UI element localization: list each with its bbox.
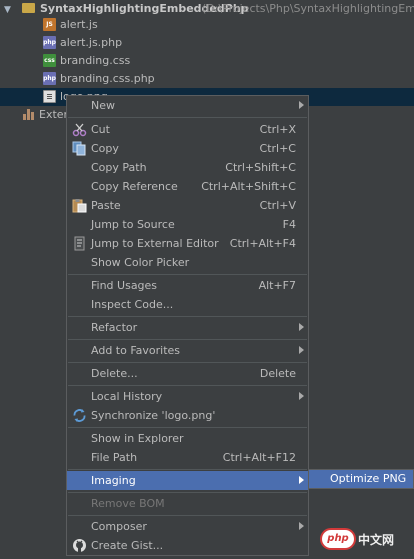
menu-shortcut: Ctrl+Alt+Shift+C <box>201 180 296 193</box>
menu-label: Show Color Picker <box>91 256 190 269</box>
sync-icon <box>72 408 87 423</box>
menu-label: Add to Favorites <box>91 344 181 357</box>
menu-label: Local History <box>91 390 163 403</box>
submenu-arrow-icon <box>299 522 304 530</box>
menu-shortcut: Ctrl+Alt+F4 <box>229 237 296 250</box>
menu-label: Synchronize 'logo.png' <box>91 409 216 422</box>
file-name: branding.css.php <box>60 72 155 85</box>
menu-shortcut: Ctrl+Alt+F12 <box>222 451 296 464</box>
menu-separator <box>68 117 307 118</box>
tree-row-alert-js-php[interactable]: php alert.js.php <box>0 34 414 52</box>
menu-item-copy-path[interactable]: Copy Path Ctrl+Shift+C <box>67 158 308 177</box>
submenu-arrow-icon <box>299 346 304 354</box>
menu-separator <box>68 515 307 516</box>
menu-label: Copy <box>91 142 119 155</box>
menu-separator <box>68 316 307 317</box>
menu-item-composer[interactable]: Composer <box>67 517 308 536</box>
image-file-icon <box>43 90 56 103</box>
menu-label: Optimize PNG <box>330 472 407 485</box>
css-file-icon: css <box>43 54 56 67</box>
menu-separator <box>68 469 307 470</box>
menu-label: Remove BOM <box>91 497 165 510</box>
menu-separator <box>68 427 307 428</box>
menu-label: Cut <box>91 123 110 136</box>
menu-item-copy[interactable]: Copy Ctrl+C <box>67 139 308 158</box>
menu-shortcut: Ctrl+V <box>259 199 296 212</box>
paste-icon <box>72 198 87 213</box>
menu-item-jump-to-source[interactable]: Jump to Source F4 <box>67 215 308 234</box>
menu-label: Create Gist... <box>91 539 164 552</box>
menu-item-show-in-explorer[interactable]: Show in Explorer <box>67 429 308 448</box>
menu-label: Inspect Code... <box>91 298 174 311</box>
library-icon <box>23 109 35 120</box>
menu-item-delete[interactable]: Delete... Delete <box>67 364 308 383</box>
menu-item-create-gist[interactable]: Create Gist... <box>67 536 308 555</box>
menu-separator <box>68 492 307 493</box>
submenu-arrow-icon <box>299 392 304 400</box>
menu-item-new[interactable]: New <box>67 96 308 115</box>
menu-separator <box>68 385 307 386</box>
menu-label: Composer <box>91 520 147 533</box>
menu-shortcut: Ctrl+C <box>259 142 296 155</box>
menu-shortcut: Ctrl+Shift+C <box>225 161 296 174</box>
submenu-arrow-icon <box>299 476 304 484</box>
menu-item-add-to-favorites[interactable]: Add to Favorites <box>67 341 308 360</box>
menu-item-refactor[interactable]: Refactor <box>67 318 308 337</box>
context-menu: New Cut Ctrl+X Copy Ctrl+C Copy Path Ctr… <box>66 95 309 556</box>
tree-row-alert-js[interactable]: JS alert.js <box>0 16 414 34</box>
tree-row-branding-css[interactable]: css branding.css <box>0 52 414 70</box>
submenu-arrow-icon <box>299 323 304 331</box>
menu-label: Paste <box>91 199 121 212</box>
menu-label: Delete... <box>91 367 138 380</box>
menu-item-inspect-code[interactable]: Inspect Code... <box>67 295 308 314</box>
menu-label: Copy Reference <box>91 180 178 193</box>
php-file-icon: php <box>43 36 56 49</box>
github-icon <box>72 538 87 553</box>
menu-item-cut[interactable]: Cut Ctrl+X <box>67 120 308 139</box>
menu-item-local-history[interactable]: Local History <box>67 387 308 406</box>
menu-shortcut: F4 <box>282 218 296 231</box>
menu-item-file-path[interactable]: File Path Ctrl+Alt+F12 <box>67 448 308 467</box>
menu-item-synchronize[interactable]: Synchronize 'logo.png' <box>67 406 308 425</box>
menu-label: Jump to External Editor <box>91 237 219 250</box>
imaging-submenu: Optimize PNG <box>308 469 414 489</box>
menu-item-remove-bom[interactable]: Remove BOM <box>67 494 308 513</box>
menu-label: File Path <box>91 451 138 464</box>
folder-icon <box>22 3 35 13</box>
file-name: alert.js <box>60 18 98 31</box>
external-editor-icon <box>72 236 87 251</box>
js-file-icon: JS <box>43 18 56 31</box>
menu-label: Refactor <box>91 321 138 334</box>
file-name: alert.js.php <box>60 36 123 49</box>
menu-label: Find Usages <box>91 279 158 292</box>
menu-item-show-color-picker[interactable]: Show Color Picker <box>67 253 308 272</box>
menu-item-imaging[interactable]: Imaging <box>67 471 308 490</box>
menu-label: Imaging <box>91 474 136 487</box>
menu-shortcut: Alt+F7 <box>258 279 296 292</box>
tree-row-branding-css-php[interactable]: php branding.css.php <box>0 70 414 88</box>
menu-shortcut: Delete <box>259 367 296 380</box>
php-file-icon: php <box>43 72 56 85</box>
menu-label: Jump to Source <box>91 218 175 231</box>
menu-label: Show in Explorer <box>91 432 184 445</box>
menu-item-optimize-png[interactable]: Optimize PNG <box>309 470 413 488</box>
scissors-icon <box>72 122 87 137</box>
menu-item-find-usages[interactable]: Find Usages Alt+F7 <box>67 276 308 295</box>
menu-item-jump-to-external-editor[interactable]: Jump to External Editor Ctrl+Alt+F4 <box>67 234 308 253</box>
watermark: php 中文网 <box>320 524 410 554</box>
menu-separator <box>68 339 307 340</box>
menu-label: New <box>91 99 115 112</box>
file-name: branding.css <box>60 54 131 67</box>
watermark-logo: php <box>320 528 356 550</box>
submenu-arrow-icon <box>299 101 304 109</box>
menu-label: Copy Path <box>91 161 147 174</box>
menu-item-copy-reference[interactable]: Copy Reference Ctrl+Alt+Shift+C <box>67 177 308 196</box>
menu-separator <box>68 362 307 363</box>
menu-shortcut: Ctrl+X <box>259 123 296 136</box>
menu-separator <box>68 274 307 275</box>
menu-item-paste[interactable]: Paste Ctrl+V <box>67 196 308 215</box>
copy-icon <box>72 141 87 156</box>
watermark-text: 中文网 <box>358 533 395 547</box>
